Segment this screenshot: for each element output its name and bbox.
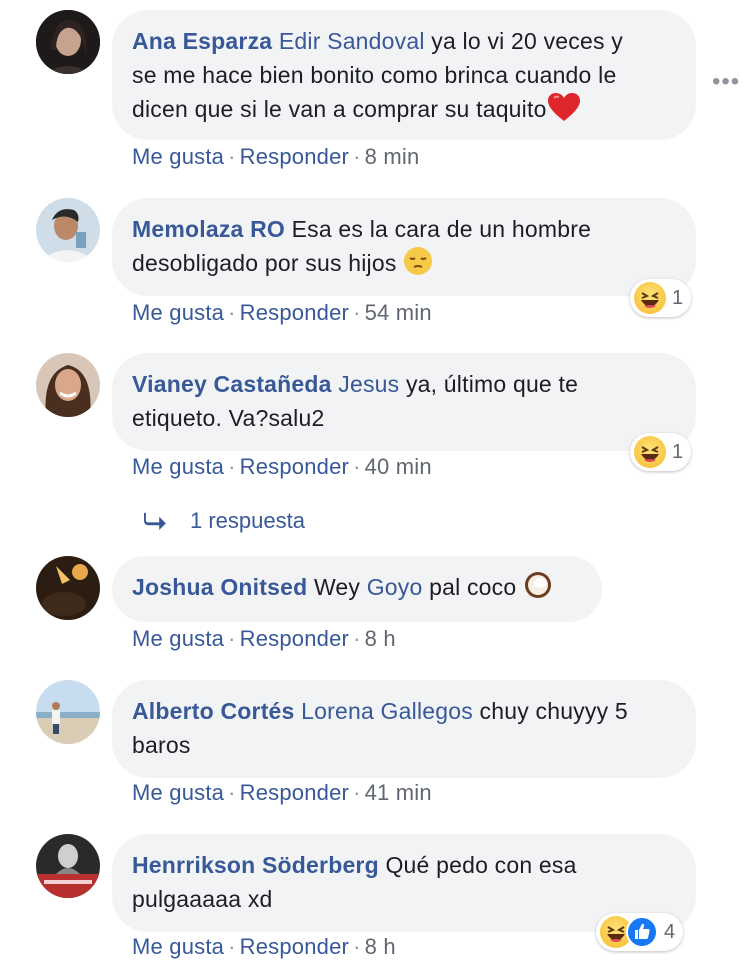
timestamp[interactable]: 54 min — [365, 300, 432, 325]
comment-text-line: baros — [132, 732, 191, 758]
comment-bubble: Memolaza RO Esa es la cara de un hombre … — [112, 198, 696, 296]
avatar[interactable] — [36, 680, 100, 744]
comment-text-line: desobligado por sus hijos — [132, 250, 397, 276]
comment-text-line: Wey — [313, 574, 361, 600]
reply-button[interactable]: Responder — [240, 780, 349, 805]
coconut-icon — [523, 570, 553, 609]
like-reaction-icon — [626, 916, 658, 948]
reply-button[interactable]: Responder — [240, 934, 349, 959]
comment-text-line: dicen que si le van a comprar su taquito — [132, 96, 547, 122]
comment-actions: Me gusta · Responder · 8 h — [132, 934, 396, 959]
avatar-image — [36, 834, 100, 898]
comment-text-line: Esa es la cara de un hombre — [291, 216, 592, 242]
avatar[interactable] — [36, 198, 100, 262]
reply-button[interactable]: Responder — [240, 626, 349, 651]
comment-mention[interactable]: Edir Sandoval — [279, 28, 425, 54]
avatar-image — [36, 680, 100, 744]
reply-button[interactable]: Responder — [240, 300, 349, 325]
reaction-count: 1 — [672, 286, 684, 309]
like-button[interactable]: Me gusta — [132, 454, 224, 479]
comment-mention[interactable]: Jesus — [338, 371, 399, 397]
comment-bubble: Joshua Onitsed Wey Goyo pal coco — [112, 556, 602, 622]
comment-text-line: pal coco — [429, 574, 517, 600]
comment-actions: Me gusta · Responder · 40 min — [132, 454, 432, 479]
comment-bubble: Ana Esparza Edir Sandoval ya lo vi 20 ve… — [112, 10, 696, 140]
avatar-image — [36, 353, 100, 417]
comment-text-line: ya, último que te — [405, 371, 579, 397]
more-options-icon[interactable]: ••• — [712, 68, 740, 96]
comment-text-line: Qué pedo con esa — [385, 852, 577, 878]
timestamp[interactable]: 8 min — [365, 144, 420, 169]
haha-reaction-icon — [634, 436, 666, 468]
reply-arrow-icon — [144, 512, 166, 530]
comment-author[interactable]: Alberto Cortés — [132, 698, 295, 724]
avatar-image — [36, 198, 100, 262]
view-replies-link[interactable]: 1 respuesta — [144, 508, 305, 534]
comment-text-line: etiqueto. Va?salu2 — [132, 405, 325, 431]
comment-author[interactable]: Ana Esparza — [132, 28, 272, 54]
comment-author[interactable]: Joshua Onitsed — [132, 574, 307, 600]
reaction-count: 1 — [672, 440, 684, 463]
haha-reaction-icon — [634, 282, 666, 314]
comment-text-line: ya lo vi 20 veces y — [431, 28, 623, 54]
timestamp[interactable]: 40 min — [365, 454, 432, 479]
avatar[interactable] — [36, 834, 100, 898]
like-button[interactable]: Me gusta — [132, 144, 224, 169]
avatar[interactable] — [36, 556, 100, 620]
reaction-summary[interactable]: 4 — [596, 913, 684, 951]
comment-text-line: se me hace bien bonito como brinca cuand… — [132, 62, 617, 88]
heart-icon — [547, 92, 581, 131]
comment-actions: Me gusta · Responder · 41 min — [132, 780, 432, 805]
reaction-count: 4 — [664, 920, 676, 943]
like-button[interactable]: Me gusta — [132, 780, 224, 805]
comment-author[interactable]: Henrrikson Söderberg — [132, 852, 379, 878]
reply-button[interactable]: Responder — [240, 454, 349, 479]
comment-bubble: Alberto Cortés Lorena Gallegos chuy chuy… — [112, 680, 696, 778]
avatar[interactable] — [36, 353, 100, 417]
comment-actions: Me gusta · Responder · 8 h — [132, 626, 396, 651]
comment-actions: Me gusta · Responder · 54 min — [132, 300, 432, 325]
like-button[interactable]: Me gusta — [132, 934, 224, 959]
timestamp[interactable]: 8 h — [365, 934, 396, 959]
reply-button[interactable]: Responder — [240, 144, 349, 169]
reaction-summary[interactable]: 1 — [630, 279, 692, 317]
comment-bubble: Vianey Castañeda Jesus ya, último que te… — [112, 353, 696, 451]
avatar-image — [36, 10, 100, 74]
comment-text-line: pulgaaaaa xd — [132, 886, 273, 912]
reaction-summary[interactable]: 1 — [630, 433, 692, 471]
avatar[interactable] — [36, 10, 100, 74]
timestamp[interactable]: 8 h — [365, 626, 396, 651]
comment-author[interactable]: Memolaza RO — [132, 216, 285, 242]
comment-text-line: chuy chuyyy 5 — [479, 698, 628, 724]
comment-actions: Me gusta · Responder · 8 min — [132, 144, 420, 169]
comment-mention[interactable]: Goyo — [367, 574, 423, 600]
like-button[interactable]: Me gusta — [132, 300, 224, 325]
timestamp[interactable]: 41 min — [365, 780, 432, 805]
avatar-image — [36, 556, 100, 620]
pensive-face-icon — [403, 246, 433, 285]
like-button[interactable]: Me gusta — [132, 626, 224, 651]
comment-mention[interactable]: Lorena Gallegos — [301, 698, 473, 724]
replies-count-label: 1 respuesta — [190, 508, 305, 533]
comment-author[interactable]: Vianey Castañeda — [132, 371, 332, 397]
